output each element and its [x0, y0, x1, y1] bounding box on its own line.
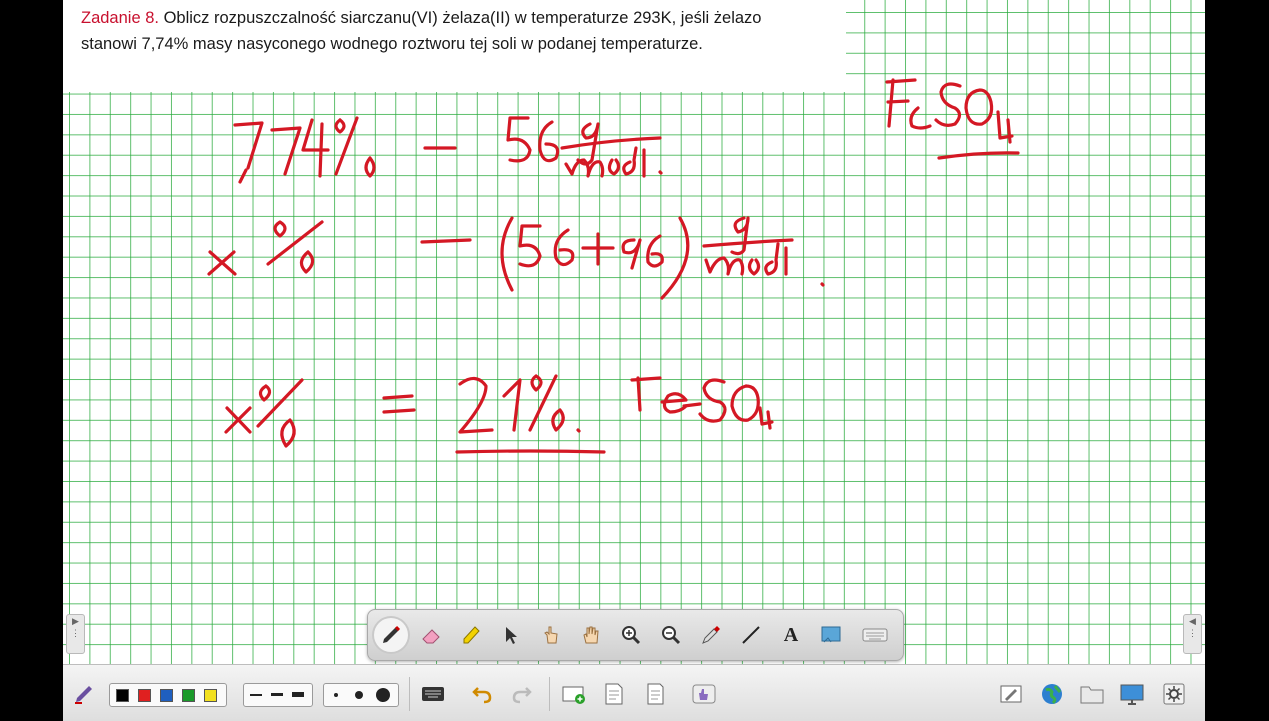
pan-hand-icon: [583, 626, 599, 644]
handwriting-line-1: [233, 116, 663, 184]
separator: [549, 677, 550, 711]
select-tool-button[interactable]: [494, 618, 528, 652]
select-arrow-icon: [506, 627, 517, 644]
folder-button[interactable]: [1079, 681, 1105, 707]
pen-icon: [383, 625, 401, 643]
settings-button[interactable]: [1161, 681, 1187, 707]
keyboard-icon: [422, 687, 444, 701]
zoom-out-button[interactable]: [654, 618, 688, 652]
undo-button[interactable]: [469, 681, 495, 707]
line-size-picker: [243, 683, 313, 707]
edit-icon: [1000, 685, 1022, 703]
gesture-button[interactable]: [691, 681, 717, 707]
handwriting-line-2: [207, 216, 825, 300]
line-size-thick[interactable]: [292, 692, 304, 697]
line-icon: [742, 626, 760, 644]
dot-size-large[interactable]: [376, 688, 390, 702]
display-icon: [1120, 684, 1144, 705]
globe-button[interactable]: [1039, 681, 1065, 707]
color-swatch-red[interactable]: [138, 689, 151, 702]
zoom-in-icon: [622, 626, 641, 645]
screen-capture-icon: [821, 626, 841, 643]
text-icon: A: [783, 623, 799, 646]
edit-button[interactable]: [998, 681, 1024, 707]
right-side-collapse-button[interactable]: ◀ ⋮: [1183, 614, 1202, 654]
handwriting-feso4-top: [885, 78, 1020, 160]
line-size-thin[interactable]: [250, 694, 262, 696]
dot-size-picker: [323, 683, 399, 707]
color-palette: [109, 683, 227, 707]
globe-icon: [1042, 684, 1062, 705]
add-page-icon: [562, 686, 585, 704]
eraser-tool-button[interactable]: [414, 618, 448, 652]
eraser-icon: [422, 629, 440, 644]
pen-tool-button[interactable]: [374, 618, 408, 652]
handwriting-line-3: [224, 374, 774, 454]
folder-icon: [1080, 686, 1104, 704]
eyedropper-icon: [702, 626, 720, 644]
add-page-button[interactable]: [561, 681, 587, 707]
redo-icon: [512, 687, 532, 704]
text-tool-button[interactable]: A: [774, 618, 808, 652]
line-tool-button[interactable]: [734, 618, 768, 652]
line-size-medium[interactable]: [271, 693, 283, 696]
pen-settings-icon: [75, 686, 92, 704]
color-swatch-blue[interactable]: [160, 689, 173, 702]
highlighter-tool-button[interactable]: [454, 618, 488, 652]
page-button[interactable]: [601, 681, 627, 707]
pen-settings-button[interactable]: [71, 681, 97, 707]
pointer-hand-icon: [544, 626, 558, 644]
color-swatch-green[interactable]: [182, 689, 195, 702]
keyboard-icon: [862, 628, 888, 642]
floating-toolbar: A: [367, 609, 904, 661]
settings-icon: [1163, 683, 1185, 705]
zoom-out-icon: [662, 626, 681, 645]
page-icon: [605, 683, 623, 705]
pointer-hand-button[interactable]: [534, 618, 568, 652]
dot-size-medium[interactable]: [355, 691, 363, 699]
highlighter-icon: [463, 626, 480, 644]
page-list-icon: [647, 683, 664, 705]
undo-icon: [472, 687, 492, 704]
bottom-toolbar: [63, 664, 1205, 721]
display-button[interactable]: [1119, 681, 1145, 707]
eyedropper-button[interactable]: [694, 618, 728, 652]
separator: [409, 677, 410, 711]
color-swatch-yellow[interactable]: [204, 689, 217, 702]
keyboard-button[interactable]: [858, 618, 892, 652]
pan-hand-button[interactable]: [574, 618, 608, 652]
left-side-collapse-button[interactable]: ▶ ⋮: [66, 614, 85, 654]
color-swatch-black[interactable]: [116, 689, 129, 702]
screen-capture-button[interactable]: [814, 618, 848, 652]
redo-button[interactable]: [509, 681, 535, 707]
page-list-button[interactable]: [641, 681, 667, 707]
gesture-icon: [692, 684, 716, 704]
zoom-in-button[interactable]: [614, 618, 648, 652]
keyboard-button[interactable]: [420, 681, 446, 707]
dot-size-small[interactable]: [334, 693, 338, 697]
